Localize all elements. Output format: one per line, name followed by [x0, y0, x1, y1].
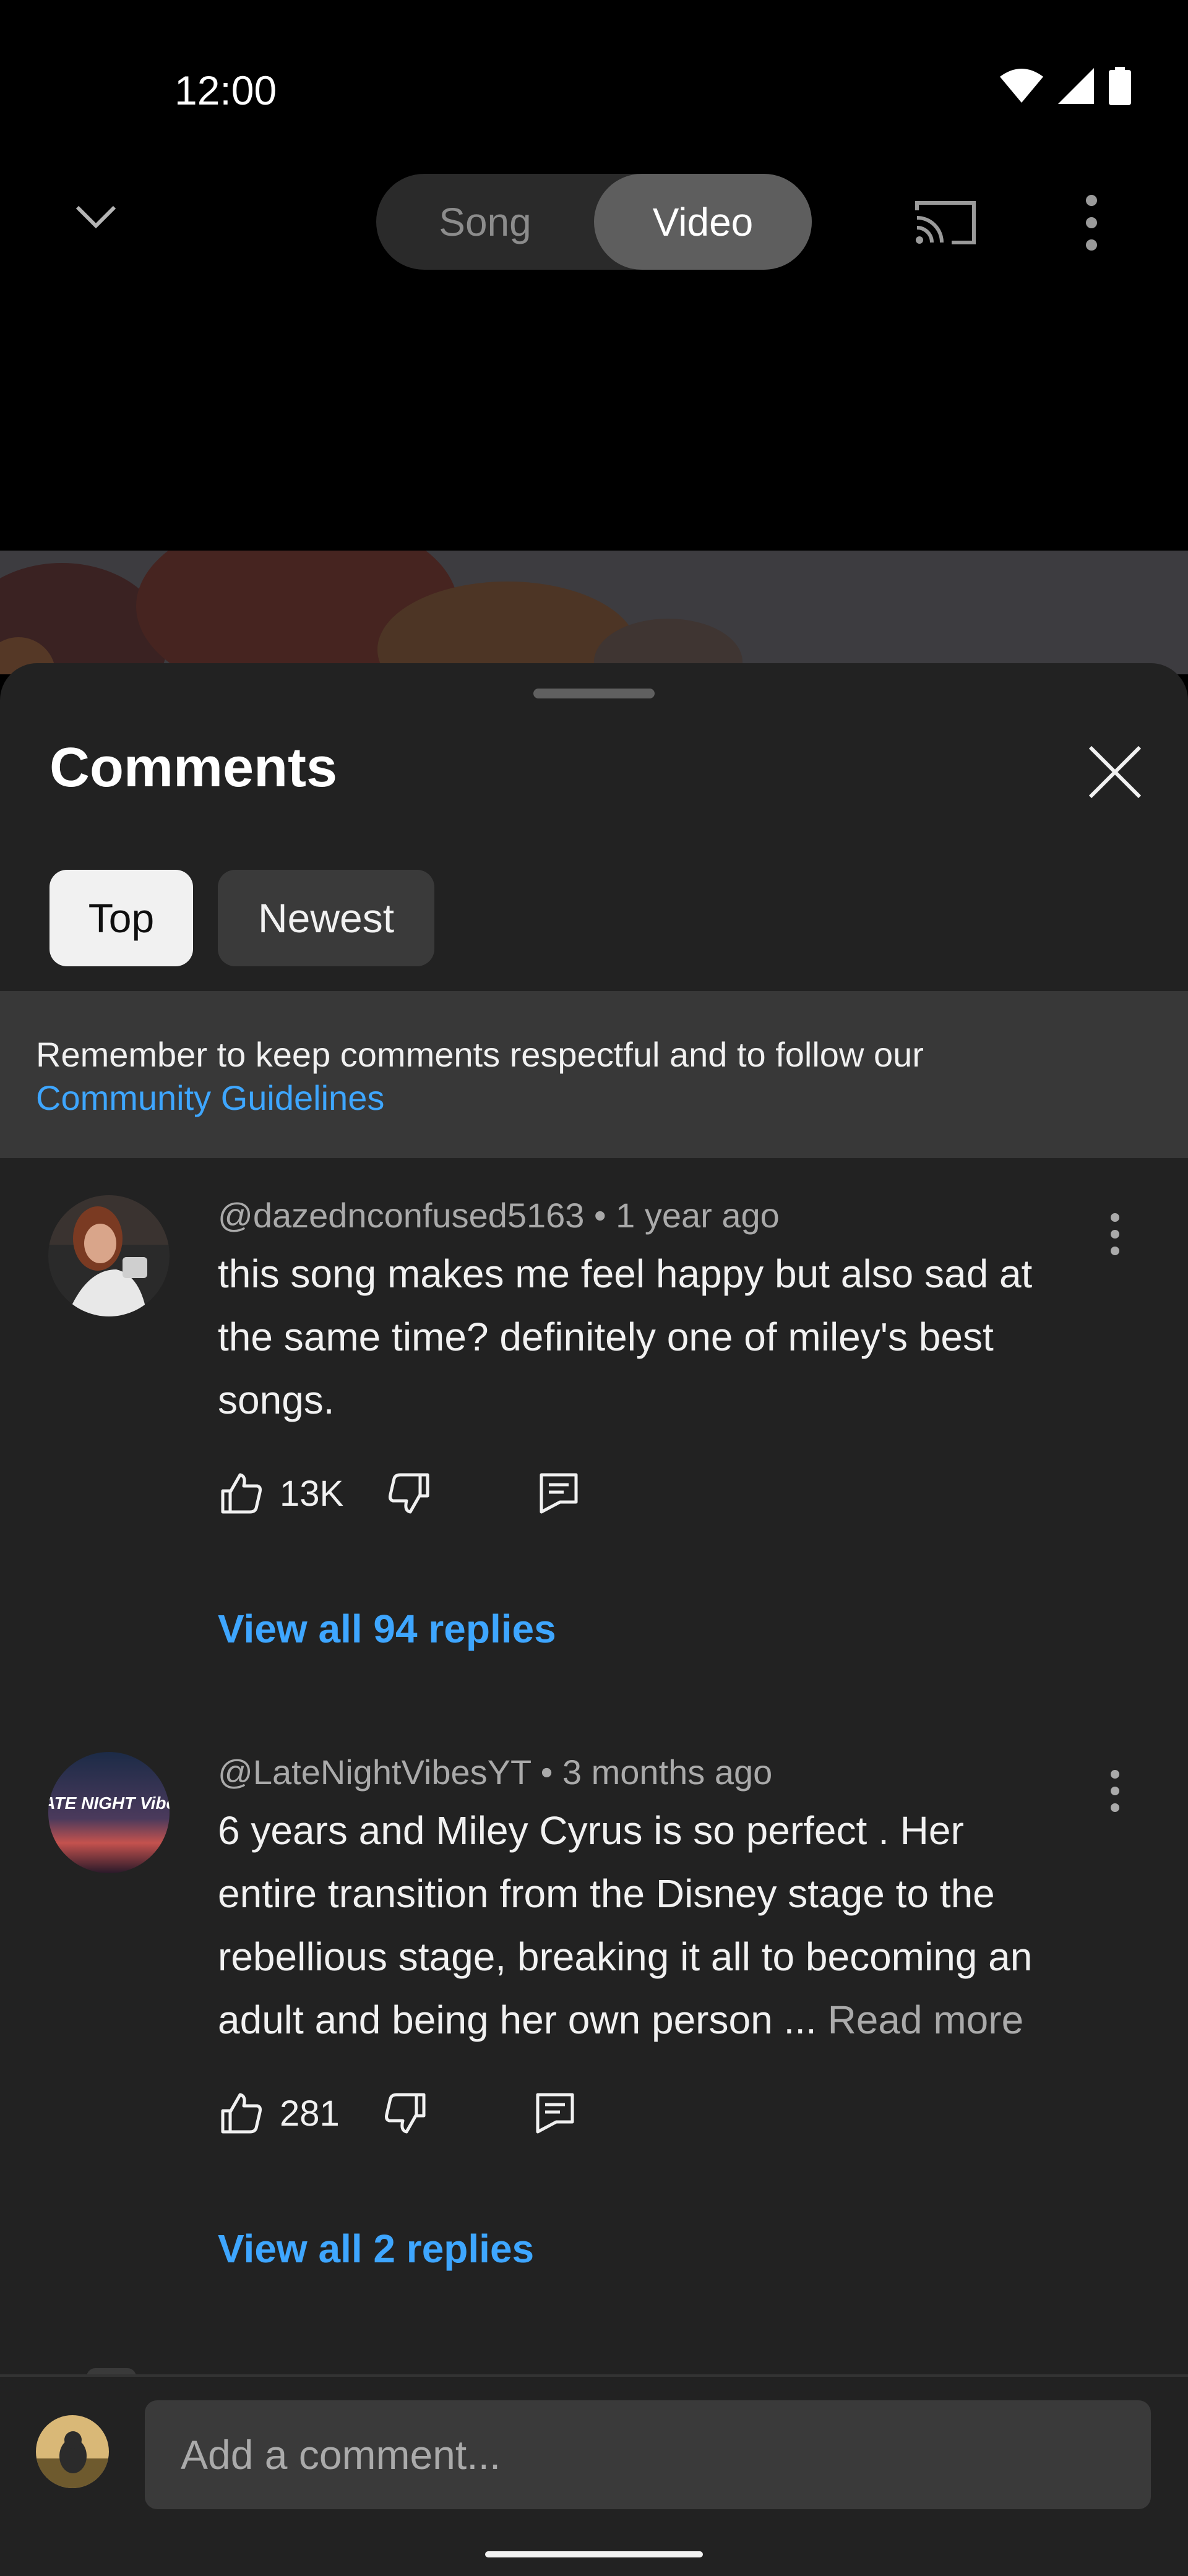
comment-input-bar: Add a comment...: [0, 2374, 1188, 2576]
meta-separator: •: [540, 1753, 562, 1792]
like-icon[interactable]: [220, 2092, 262, 2134]
reply-icon[interactable]: [535, 2092, 575, 2134]
avatar-logo-text: LATE NIGHT Vibes: [48, 1793, 170, 1813]
comment-actions: 13K: [220, 1472, 579, 1514]
video-segment[interactable]: Video: [594, 174, 812, 270]
dislike-icon[interactable]: [388, 1472, 430, 1514]
comment-age: 3 months ago: [562, 1753, 773, 1792]
user-avatar: [36, 2415, 109, 2488]
avatar[interactable]: [48, 1195, 170, 1316]
notice-text: Remember to keep comments respectful and…: [36, 1035, 924, 1074]
sort-chip-newest[interactable]: Newest: [218, 870, 434, 966]
cast-icon[interactable]: [913, 199, 978, 246]
status-time: 12:00: [174, 67, 277, 113]
drag-handle[interactable]: [533, 689, 655, 698]
song-video-toggle[interactable]: Song Video: [376, 174, 812, 270]
comment-author[interactable]: @dazednconfused5163: [218, 1196, 584, 1235]
sheet-title: Comments: [50, 737, 338, 799]
view-replies-link[interactable]: View all 94 replies: [218, 1606, 556, 1652]
guidelines-notice: Remember to keep comments respectful and…: [0, 991, 1188, 1158]
comment-menu-icon[interactable]: [1109, 1213, 1121, 1256]
comment-author[interactable]: @LateNightVibesYT: [218, 1753, 531, 1792]
like-count: 13K: [280, 1473, 344, 1514]
sort-chip-top[interactable]: Top: [50, 870, 193, 966]
close-icon[interactable]: [1087, 744, 1143, 801]
view-replies-link[interactable]: View all 2 replies: [218, 2226, 534, 2272]
wifi-icon: [1000, 69, 1043, 103]
like-count: 281: [280, 2093, 340, 2134]
more-options-icon[interactable]: [1084, 194, 1099, 251]
read-more-link[interactable]: Read more: [828, 1998, 1024, 2042]
add-comment-input[interactable]: Add a comment...: [145, 2400, 1151, 2509]
comment-age: 1 year ago: [616, 1196, 780, 1235]
meta-separator: •: [594, 1196, 616, 1235]
comment-menu-icon[interactable]: [1109, 1769, 1121, 1813]
avatar[interactable]: LATE NIGHT Vibes: [48, 1752, 170, 1873]
cellular-icon: [1058, 68, 1094, 104]
song-segment[interactable]: Song: [376, 174, 594, 270]
home-indicator[interactable]: [485, 2551, 703, 2557]
reply-icon[interactable]: [539, 1472, 579, 1514]
comment-text: 6 years and Miley Cyrus is so perfect . …: [218, 1808, 1033, 2042]
comment-actions: 281: [220, 2092, 575, 2134]
video-artwork: [0, 551, 1188, 674]
like-icon[interactable]: [220, 1472, 262, 1514]
battery-icon: [1109, 67, 1131, 105]
community-guidelines-link[interactable]: Community Guidelines: [36, 1078, 384, 1117]
dislike-icon[interactable]: [384, 2092, 426, 2134]
comments-sheet: Comments Top Newest Remember to keep com…: [0, 663, 1188, 2574]
comment-text: this song makes me feel happy but also s…: [218, 1252, 1033, 1422]
status-icons: [1000, 67, 1131, 105]
collapse-chevron-icon[interactable]: [74, 204, 118, 229]
